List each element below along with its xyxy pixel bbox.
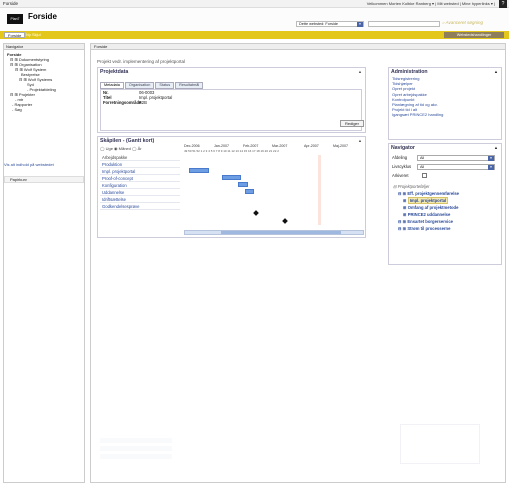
tab-bar xyxy=(0,31,509,39)
tree-item[interactable]: ⊞ Omfang af projektmetode xyxy=(403,205,458,210)
admin-link[interactable]: Igangsæt PRINCE2 handling xyxy=(389,112,501,117)
gantt-bar[interactable] xyxy=(222,175,241,180)
projektdata-tabs: Metadata Organisation Status Resultatmål xyxy=(100,82,250,89)
chevron-down-icon[interactable]: ▼ xyxy=(488,156,494,161)
collapse-icon[interactable]: ▲ xyxy=(358,69,362,74)
tree-item-label: Ensartet borgerservice xyxy=(407,219,453,224)
metadata-panel: Nr. 06-0003 Titel Impl. projektportal Forr… xyxy=(100,89,362,131)
projektdata-title: Projektdata xyxy=(100,69,129,75)
window-title: Forside xyxy=(3,1,19,6)
site-actions-menu[interactable]: Webstedshandlinger xyxy=(444,32,504,38)
advanced-search-label: Avanceret søgning xyxy=(445,20,484,25)
reflection xyxy=(100,438,172,443)
tree-item[interactable]: ⊟ ⊞ Eff. projektgennemførelse xyxy=(398,191,459,196)
gantt-title: Skåpilen - (Gantt kort) xyxy=(100,138,155,144)
livscyklus-select[interactable]: All ▼ xyxy=(417,164,495,170)
today-marker xyxy=(318,155,321,225)
advanced-search-link[interactable]: ⌕ Avanceret søgning xyxy=(442,20,506,28)
tree-item[interactable]: ⊟ ⊞ Strøm til processerne xyxy=(398,226,450,231)
field-label: Forretningsområde xyxy=(103,100,142,105)
collapse-icon[interactable]: ▲ xyxy=(494,145,498,150)
reflection xyxy=(100,454,172,459)
tree-item[interactable]: - Søg xyxy=(7,107,81,112)
month-label: Maj-2007 xyxy=(333,144,348,148)
collapse-icon[interactable]: ▲ xyxy=(494,69,498,74)
gantt-row[interactable]: Proof-of-concept xyxy=(100,175,180,182)
livscyklus-label: Livscyklus xyxy=(392,164,412,169)
site-header xyxy=(0,8,509,31)
gantt-row[interactable]: Godkendelsesprøve xyxy=(100,203,180,210)
navigator-title: Navigator xyxy=(391,145,415,151)
search-scope-select[interactable]: Dette websted: Forside ▼ xyxy=(296,21,364,27)
reflection xyxy=(100,446,172,451)
chevron-down-icon[interactable]: ▼ xyxy=(357,22,363,27)
logo: Plan7 xyxy=(7,14,23,24)
tab-organisation[interactable]: Organisation xyxy=(124,82,155,89)
recycle-bin-link[interactable]: Papirkurv xyxy=(4,176,84,183)
tree-item[interactable]: ⊞ PRINCE2 uddannelse xyxy=(403,212,450,217)
tab-status[interactable]: Status xyxy=(155,82,175,89)
tab-other[interactable]: Ny Skjul xyxy=(26,32,41,38)
livscyklus-value: All xyxy=(420,165,425,169)
afdeling-select[interactable]: All ▼ xyxy=(417,155,495,161)
tab-resultatmal[interactable]: Resultatmål xyxy=(175,82,204,89)
gantt-row[interactable]: Konfiguration xyxy=(100,182,180,189)
help-icon[interactable]: ? xyxy=(499,0,507,8)
tree-item-label: Impl. projektportal xyxy=(407,197,449,204)
arkiveret-checkbox[interactable] xyxy=(422,173,427,178)
search-scope-value: Dette websted: Forside xyxy=(299,22,339,26)
reflection xyxy=(400,424,480,464)
navigator-pane: Navigator ▲ Afdeling All ▼ Livscyklus All… xyxy=(388,143,502,265)
welcome-menu[interactable]: Velkommen Morten Kolbke Ranberg ▾ | Mit … xyxy=(367,1,495,6)
administration-title: Administration xyxy=(391,69,428,75)
tree-root-label: Projektporteføljer xyxy=(397,184,430,189)
gantt-bar[interactable] xyxy=(238,182,248,187)
week-numbers: 49 50 51 52 1 2 3 4 5 6 7 8 9 10 11 12 1… xyxy=(184,149,279,153)
gantt-scrollbar[interactable] xyxy=(184,230,364,235)
field-row: ForretningsområdeB2B xyxy=(101,100,361,105)
edit-button[interactable]: Rediger xyxy=(340,120,364,127)
gantt-row[interactable]: Idriftsættelse xyxy=(100,196,180,203)
tab-forside[interactable]: Forside xyxy=(4,32,26,38)
tree-item-label: Eff. projektgennemførelse xyxy=(407,191,460,196)
administration-pane: Administration ▲ Tidsregistrering Tidshj… xyxy=(388,67,502,140)
collapse-icon[interactable]: ▲ xyxy=(358,138,362,143)
gantt-bar[interactable] xyxy=(189,168,209,173)
tab-metadata[interactable]: Metadata xyxy=(100,82,124,89)
month-label: Apr-2007 xyxy=(304,144,319,148)
month-label: Dec-2006 xyxy=(184,144,200,148)
gantt-row: Arbejdspakke xyxy=(100,154,180,161)
arkiveret-label: Arkiveret xyxy=(392,173,409,178)
view-all-content-link[interactable]: Vis alt indhold på webstedet xyxy=(4,162,54,167)
month-label: Jan-2007 xyxy=(214,144,229,148)
field-value: B2B xyxy=(139,100,147,105)
afdeling-label: Afdeling xyxy=(392,155,408,160)
chevron-down-icon[interactable]: ▼ xyxy=(488,165,494,170)
main-header: Forside xyxy=(91,44,505,50)
recycle-bin-label: Papirkurv xyxy=(10,177,27,182)
month-label: Mar-2007 xyxy=(272,144,288,148)
search-icon[interactable]: ⌕ xyxy=(442,20,445,25)
gantt-bar[interactable] xyxy=(245,189,254,194)
tree-item-label: PRINCE2 uddannelse xyxy=(407,212,451,217)
scrollbar-thumb[interactable] xyxy=(221,231,341,234)
month-label: Feb-2007 xyxy=(243,144,259,148)
left-navigation: Navigator Forside ⊟ ⊞ Dokumentstyring ⊟ … xyxy=(3,43,85,483)
gantt-row[interactable]: Uddannelse xyxy=(100,189,180,196)
gantt-row[interactable]: Produktion xyxy=(100,161,180,168)
page-title: Forside xyxy=(28,12,57,21)
tree-root[interactable]: ⊟ Projektporteføljer xyxy=(393,184,430,189)
search-input[interactable] xyxy=(368,21,440,27)
top-bar: Forside Velkommen Morten Kolbke Ranberg … xyxy=(0,0,509,8)
breadcrumb: Projekt vedr. implementering af projektp… xyxy=(97,59,186,64)
tree-item-selected[interactable]: ⊞ Impl. projektportal xyxy=(403,197,449,204)
gantt-scale-options[interactable]: ◯ Uge ◉ Måned ◯ År xyxy=(100,146,142,151)
tree-item[interactable]: ⊟ ⊞ Ensartet borgerservice xyxy=(398,219,453,224)
afdeling-value: All xyxy=(420,156,425,160)
gantt-row[interactable]: Impl. projektportal xyxy=(100,168,180,175)
tree-item-label: Strøm til processerne xyxy=(407,226,451,231)
tree-item-label: Omfang af projektmetode xyxy=(407,205,459,210)
